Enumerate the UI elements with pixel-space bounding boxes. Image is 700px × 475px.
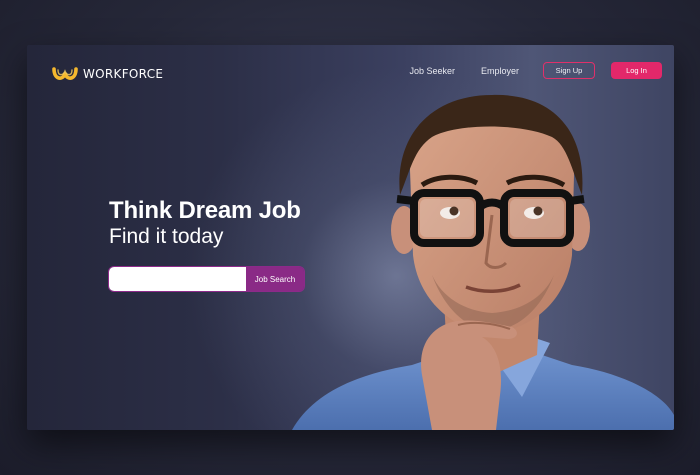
hero-subtitle: Find it today [109,225,224,248]
sign-up-button[interactable]: Sign Up [543,62,595,79]
job-search-input[interactable] [109,267,246,291]
job-search-bar: Job Search [109,267,304,291]
landing-page: WORKFORCE Job Seeker Employer Sign Up Lo… [27,45,674,430]
workforce-logo-icon [52,67,78,80]
nav-link-job-seeker[interactable]: Job Seeker [409,66,455,76]
hero-title: Think Dream Job [109,197,301,224]
brand-name: WORKFORCE [83,67,164,81]
brand-logo[interactable]: WORKFORCE [52,65,163,83]
hero-person-image [292,94,674,430]
log-in-button[interactable]: Log In [611,62,662,79]
top-nav: Job Seeker Employer Sign Up Log In [409,62,662,79]
nav-link-employer[interactable]: Employer [481,66,519,76]
job-search-button[interactable]: Job Search [246,267,304,291]
